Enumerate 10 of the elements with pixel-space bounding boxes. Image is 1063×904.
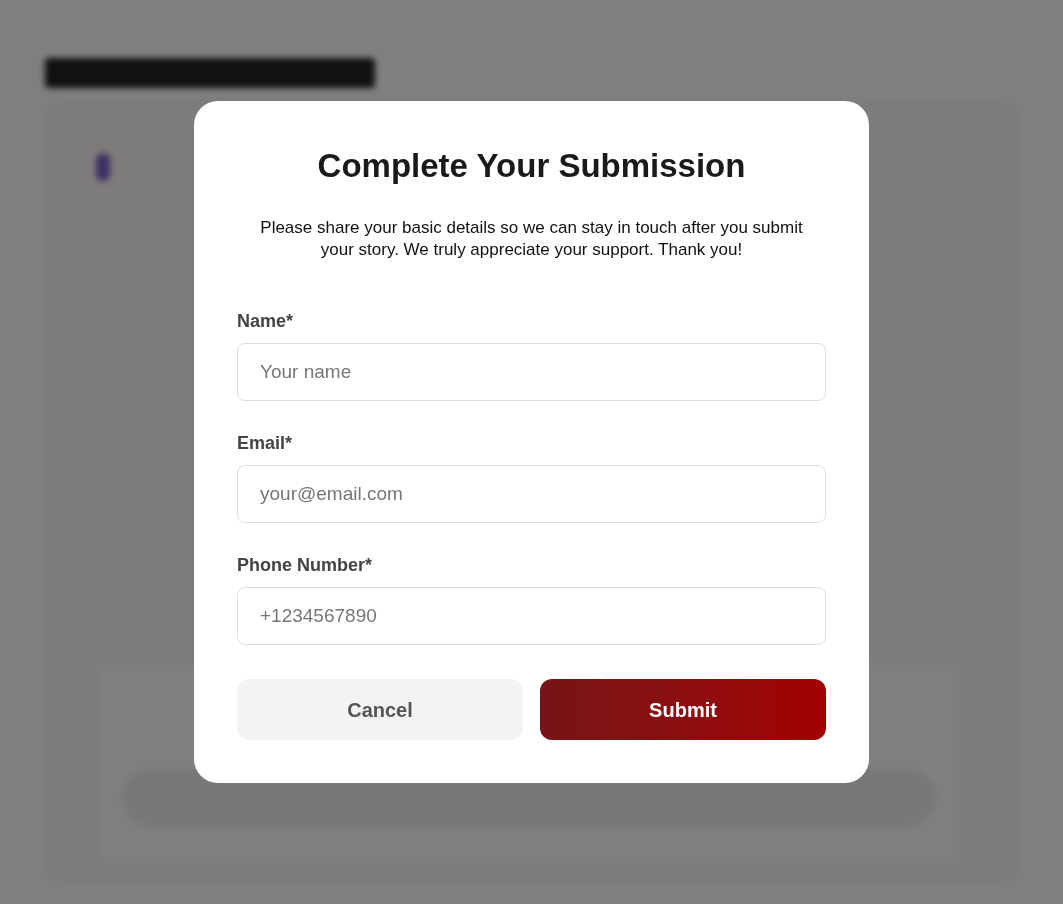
submit-button[interactable]: Submit	[540, 679, 826, 740]
field-label: Phone Number*	[237, 554, 374, 577]
dialog-description: Please share your basic details so we can stay in touch after you submit your story. We truly appreciate your support. Thank you!	[259, 217, 804, 261]
input-field[interactable]: your@email.com	[237, 465, 826, 523]
field-label: Email*	[237, 432, 294, 455]
field-label: Name*	[237, 310, 295, 333]
dialog-title: Complete Your Submission	[316, 146, 747, 186]
cancel-button[interactable]: Cancel	[237, 679, 523, 740]
input-field[interactable]: +1234567890	[237, 587, 826, 645]
input-field[interactable]: Your name	[237, 343, 826, 401]
